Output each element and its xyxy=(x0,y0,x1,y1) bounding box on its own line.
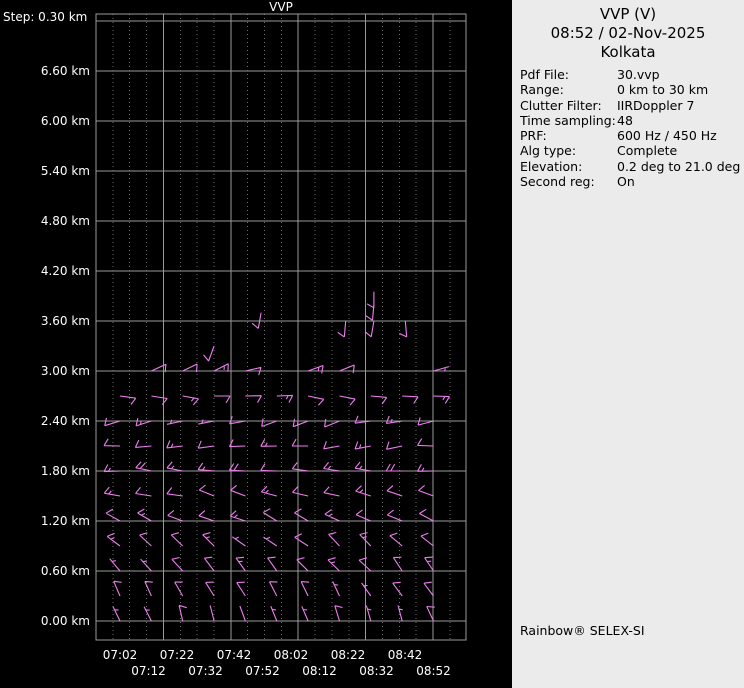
param-label: Alg type: xyxy=(520,143,577,159)
x-tick-label: 08:52 xyxy=(416,664,451,678)
y-tick-label: 6.00 km xyxy=(41,114,90,128)
param-row-elevation: Elevation: 0.2 deg to 21.0 deg xyxy=(520,159,742,174)
x-tick-label: 08:22 xyxy=(331,648,366,662)
vvp-chart: VVP Step: 0.30 km 6.60 km 6.00 km 5.40 km 4.8… xyxy=(3,0,467,678)
param-row-alg-type: Alg type: Complete xyxy=(520,143,742,158)
param-list: Pdf File: 30.vvp Range: 0 km to 30 km Cl… xyxy=(512,67,744,189)
param-row-prf: PRF: 600 Hz / 450 Hz xyxy=(520,128,742,143)
y-tick-label: 3.60 km xyxy=(41,314,90,328)
y-tick-label: 2.40 km xyxy=(41,414,90,428)
x-tick-label: 07:52 xyxy=(245,664,280,678)
y-tick-label: 4.20 km xyxy=(41,264,90,278)
brand-footer: Rainbow® SELEX-SI xyxy=(520,623,645,638)
param-label: Time sampling: xyxy=(520,112,616,128)
x-tick-label: 08:12 xyxy=(302,664,337,678)
param-row-clutter-filter: Clutter Filter: IIRDoppler 7 xyxy=(520,98,742,113)
param-label: Second reg: xyxy=(520,174,595,190)
y-tick-label: 0.00 km xyxy=(41,614,90,628)
y-tick-label: 1.80 km xyxy=(41,464,90,478)
param-row-second-reg: Second reg: On xyxy=(520,174,742,189)
param-value: 0 km to 30 km xyxy=(617,82,709,98)
y-tick-label: 0.60 km xyxy=(41,564,90,578)
param-label: Clutter Filter: xyxy=(520,97,602,113)
param-value: 30.vvp xyxy=(617,67,660,82)
wind-barbs xyxy=(103,291,450,622)
param-value: IIRDoppler 7 xyxy=(617,97,695,113)
y-tick-label: 4.80 km xyxy=(41,214,90,228)
param-row-time-sampling: Time sampling: 48 xyxy=(520,113,742,128)
site-name: Kolkata xyxy=(600,43,656,61)
y-tick-label: 3.00 km xyxy=(41,364,90,378)
param-label: Pdf File: xyxy=(520,67,569,82)
step-label: Step: 0.30 km xyxy=(3,10,87,24)
param-value: 600 Hz / 450 Hz xyxy=(617,128,717,144)
y-tick-label: 1.20 km xyxy=(41,514,90,528)
info-panel: VVP (V) 08:52 / 02-Nov-2025 Kolkata Pdf … xyxy=(512,0,744,688)
x-tick-label: 08:02 xyxy=(274,648,309,662)
x-tick-label: 07:02 xyxy=(103,648,138,662)
param-label: Elevation: xyxy=(520,158,583,174)
y-tick-label: 6.60 km xyxy=(41,64,90,78)
x-tick-label: 08:32 xyxy=(359,664,394,678)
x-tick-label: 07:22 xyxy=(160,648,195,662)
y-tick-label: 5.40 km xyxy=(41,164,90,178)
x-tick-label: 07:12 xyxy=(131,664,166,678)
param-value: Complete xyxy=(617,143,678,159)
chart-title: VVP xyxy=(269,0,293,14)
param-row-range: Range: 0 km to 30 km xyxy=(520,82,742,97)
product-title: VVP (V) xyxy=(599,5,657,23)
param-value: On xyxy=(617,174,635,190)
x-tick-label: 07:32 xyxy=(188,664,223,678)
param-row-pdf-file: Pdf File: 30.vvp xyxy=(520,67,742,82)
scan-datetime: 08:52 / 02-Nov-2025 xyxy=(550,24,706,42)
vvp-window: VVP Step: 0.30 km 6.60 km 6.00 km 5.40 km 4.8… xyxy=(0,0,744,688)
param-label: Range: xyxy=(520,82,564,98)
param-label: PRF: xyxy=(520,128,547,144)
chart-labels: VVP Step: 0.30 km 6.60 km 6.00 km 5.40 km 4.8… xyxy=(3,0,451,678)
x-tick-label: 08:42 xyxy=(388,648,423,662)
x-tick-label: 07:42 xyxy=(217,648,252,662)
param-value: 48 xyxy=(617,112,633,128)
param-value: 0.2 deg to 21.0 deg xyxy=(617,158,741,174)
